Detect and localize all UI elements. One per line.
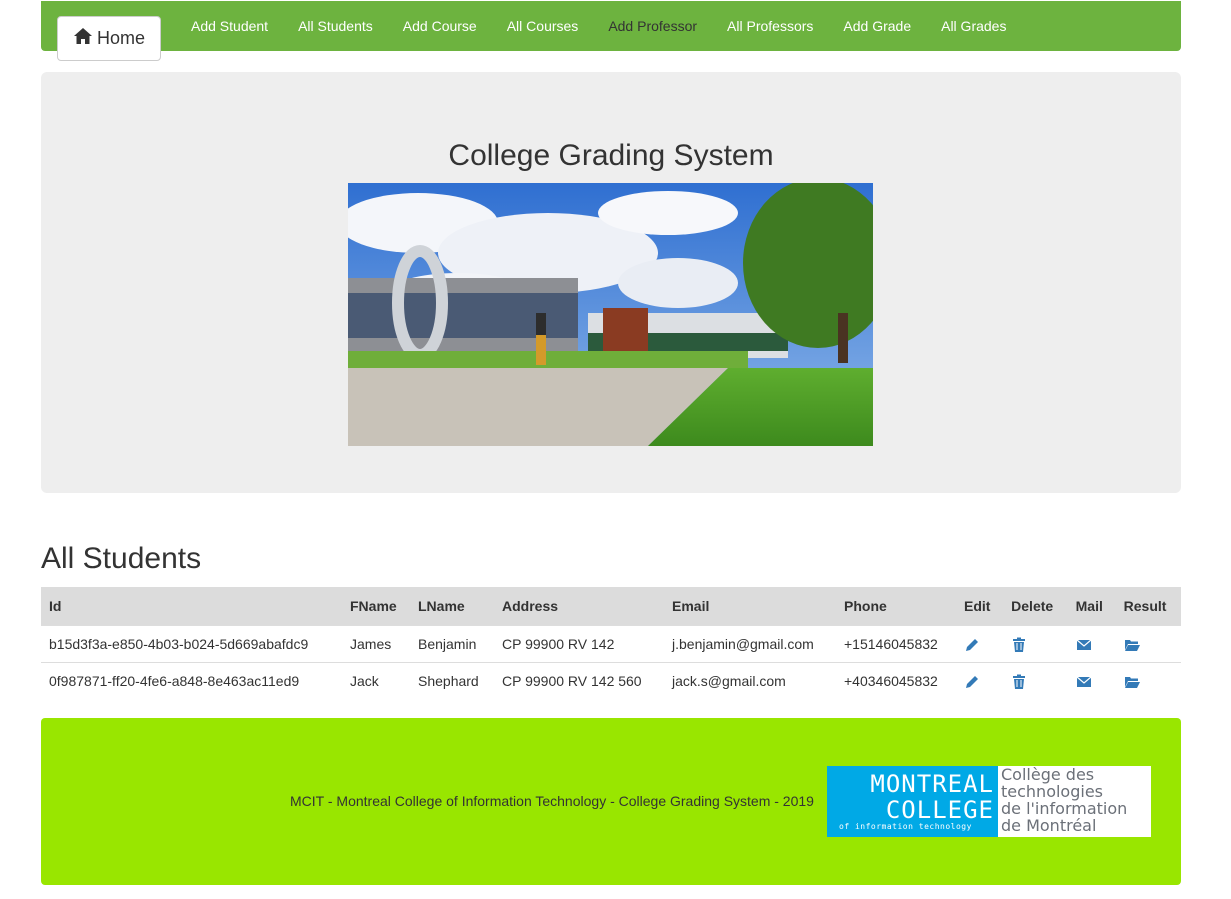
hero-title: College Grading System <box>448 139 774 172</box>
nav-links: Add Student All Students Add Course All … <box>191 1 1036 51</box>
campus-photo <box>348 183 873 446</box>
top-navbar: Home Add Student All Students Add Course… <box>41 1 1181 61</box>
col-header-lname: LName <box>410 587 494 626</box>
footer: MCIT - Montreal College of Information T… <box>41 718 1181 885</box>
nav-all-courses[interactable]: All Courses <box>507 18 579 34</box>
nav-all-grades[interactable]: All Grades <box>941 18 1006 34</box>
table-row: 0f987871-ff20-4fe6-a848-8e463ac11ed9 Jac… <box>41 662 1181 699</box>
nav-add-student[interactable]: Add Student <box>191 18 268 34</box>
envelope-icon[interactable] <box>1076 672 1092 688</box>
cell-email: jack.s@gmail.com <box>664 662 836 699</box>
logo-fr-line-4: de Montréal <box>1001 816 1097 835</box>
students-table: Id FName LName Address Email Phone Edit … <box>41 587 1181 699</box>
table-header-row: Id FName LName Address Email Phone Edit … <box>41 587 1181 626</box>
cell-id: b15d3f3a-e850-4b03-b024-5d669abafdc9 <box>41 625 342 663</box>
cell-id: 0f987871-ff20-4fe6-a848-8e463ac11ed9 <box>41 662 342 699</box>
folder-open-icon[interactable] <box>1124 672 1140 688</box>
envelope-icon[interactable] <box>1076 635 1092 651</box>
pencil-icon[interactable] <box>964 635 980 651</box>
cell-email: j.benjamin@gmail.com <box>664 625 836 663</box>
cell-address: CP 99900 RV 142 <box>494 625 664 663</box>
logo-blue-block: MONTREAL COLLEGE of information technolo… <box>827 766 998 837</box>
students-heading: All Students <box>41 542 202 575</box>
logo-fr-line-1: Collège des <box>1001 765 1095 784</box>
home-label: Home <box>96 28 145 48</box>
logo-fr-line-3: de l'information <box>1001 799 1128 818</box>
nav-add-course[interactable]: Add Course <box>403 18 477 34</box>
footer-text: MCIT - Montreal College of Information T… <box>290 793 814 809</box>
hero-panel: College Grading System <box>41 72 1181 493</box>
col-header-id: Id <box>41 587 342 626</box>
col-header-fname: FName <box>342 587 410 626</box>
nav-add-grade[interactable]: Add Grade <box>843 18 911 34</box>
col-header-email: Email <box>664 587 836 626</box>
cell-address: CP 99900 RV 142 560 <box>494 662 664 699</box>
nav-all-professors[interactable]: All Professors <box>727 18 813 34</box>
col-header-phone: Phone <box>836 587 956 626</box>
cell-phone: +40346045832 <box>836 662 956 699</box>
pencil-icon[interactable] <box>964 672 980 688</box>
cell-lname: Benjamin <box>410 625 494 663</box>
home-button[interactable]: Home <box>57 16 161 61</box>
nav-add-professor[interactable]: Add Professor <box>608 18 697 34</box>
col-header-result: Result <box>1115 587 1181 626</box>
trash-icon[interactable] <box>1011 672 1027 689</box>
nav-all-students[interactable]: All Students <box>298 18 373 34</box>
trash-icon[interactable] <box>1011 635 1027 652</box>
logo-line-college: COLLEGE <box>885 796 994 824</box>
folder-open-icon[interactable] <box>1124 635 1140 651</box>
cell-fname: Jack <box>342 662 410 699</box>
col-header-delete: Delete <box>1003 587 1068 626</box>
cell-phone: +15146045832 <box>836 625 956 663</box>
col-header-mail: Mail <box>1067 587 1116 626</box>
table-row: b15d3f3a-e850-4b03-b024-5d669abafdc9 Jam… <box>41 625 1181 663</box>
logo-french-text: Collège des technologies de l'informatio… <box>1001 766 1127 834</box>
cell-fname: James <box>342 625 410 663</box>
col-header-edit: Edit <box>956 587 1004 626</box>
col-header-address: Address <box>494 587 664 626</box>
logo-line-subtitle: of information technology <box>839 822 972 831</box>
college-logo: MONTREAL COLLEGE of information technolo… <box>827 766 1151 837</box>
home-icon <box>73 26 93 51</box>
logo-line-montreal: MONTREAL <box>870 770 994 798</box>
logo-fr-line-2: technologies <box>1001 782 1103 801</box>
cell-lname: Shephard <box>410 662 494 699</box>
